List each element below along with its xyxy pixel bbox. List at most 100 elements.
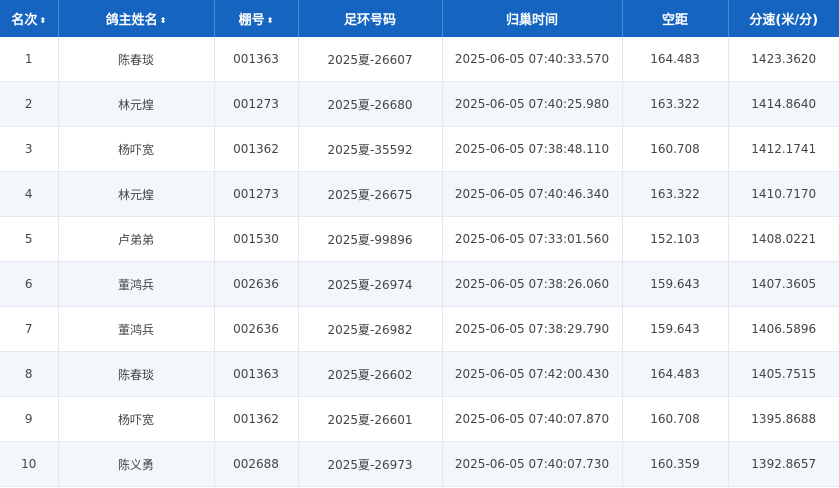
table-row: 9 杨吓宽 001362 2025夏-26601 2025-06-05 07:40:07… <box>0 396 839 442</box>
owner-name-cell: 林元煌 <box>58 81 215 127</box>
loft-number-cell: 001362 <box>214 396 299 442</box>
speed-cell: 1412.1741 <box>728 126 839 172</box>
rank-cell: 3 <box>0 126 59 172</box>
owner-name-cell: 杨吓宽 <box>58 396 215 442</box>
arrival-time-cell: 2025-06-05 07:40:07.730 <box>442 441 623 487</box>
table-header: 名次 ⬍ 鸽主姓名 ⬍ 棚号 ⬍ 足环号码 归巢时间 空距 分速(米/分) <box>0 0 839 37</box>
rank-cell: 7 <box>0 306 59 352</box>
table-row: 6 董鸿兵 002636 2025夏-26974 2025-06-05 07:38:26… <box>0 261 839 307</box>
owner-name-cell: 董鸿兵 <box>58 261 215 307</box>
distance-cell: 163.322 <box>622 81 729 127</box>
arrival-time-cell: 2025-06-05 07:40:33.570 <box>442 37 623 82</box>
distance-cell: 159.643 <box>622 306 729 352</box>
header-label: 鸽主姓名 <box>105 13 158 28</box>
speed-cell: 1410.7170 <box>728 171 839 217</box>
header-label: 足环号码 <box>343 13 396 28</box>
header-label: 棚号 <box>238 13 265 28</box>
sort-icon: ⬍ <box>266 16 274 25</box>
loft-number-cell: 001363 <box>214 351 299 397</box>
table-row: 1 陈春琰 001363 2025夏-26607 2025-06-05 07:40:33… <box>0 37 839 82</box>
speed-cell: 1408.0221 <box>728 216 839 262</box>
header-distance: 空距 <box>622 0 729 37</box>
header-label: 空距 <box>661 13 688 28</box>
header-label: 归巢时间 <box>505 13 558 28</box>
table-row: 10 陈义勇 002688 2025夏-26973 2025-06-05 07:40:0… <box>0 441 839 487</box>
rank-cell: 5 <box>0 216 59 262</box>
loft-number-cell: 001362 <box>214 126 299 172</box>
ring-number-cell: 2025夏-26675 <box>298 171 443 217</box>
arrival-time-cell: 2025-06-05 07:38:48.110 <box>442 126 623 172</box>
distance-cell: 160.708 <box>622 126 729 172</box>
rank-cell: 2 <box>0 81 59 127</box>
arrival-time-cell: 2025-06-05 07:38:29.790 <box>442 306 623 352</box>
ring-number-cell: 2025夏-26602 <box>298 351 443 397</box>
owner-name-cell: 杨吓宽 <box>58 126 215 172</box>
ring-number-cell: 2025夏-26974 <box>298 261 443 307</box>
distance-cell: 160.359 <box>622 441 729 487</box>
ring-number-cell: 2025夏-26607 <box>298 37 443 82</box>
header-arrival-time: 归巢时间 <box>442 0 623 37</box>
owner-name-cell: 陈义勇 <box>58 441 215 487</box>
arrival-time-cell: 2025-06-05 07:33:01.560 <box>442 216 623 262</box>
header-rank[interactable]: 名次 ⬍ <box>0 0 59 37</box>
speed-cell: 1405.7515 <box>728 351 839 397</box>
owner-name-cell: 林元煌 <box>58 171 215 217</box>
results-table: 名次 ⬍ 鸽主姓名 ⬍ 棚号 ⬍ 足环号码 归巢时间 空距 分速(米/分) 1 陈春琰 0… <box>0 0 839 487</box>
loft-number-cell: 001273 <box>214 81 299 127</box>
rank-cell: 1 <box>0 37 59 82</box>
owner-name-cell: 卢弟弟 <box>58 216 215 262</box>
speed-cell: 1414.8640 <box>728 81 839 127</box>
sort-icon: ⬍ <box>39 16 47 25</box>
distance-cell: 164.483 <box>622 351 729 397</box>
speed-cell: 1406.5896 <box>728 306 839 352</box>
rank-cell: 4 <box>0 171 59 217</box>
header-owner-name[interactable]: 鸽主姓名 ⬍ <box>58 0 215 37</box>
arrival-time-cell: 2025-06-05 07:40:07.870 <box>442 396 623 442</box>
table-row: 2 林元煌 001273 2025夏-26680 2025-06-05 07:40:25… <box>0 81 839 127</box>
owner-name-cell: 陈春琰 <box>58 351 215 397</box>
ring-number-cell: 2025夏-26601 <box>298 396 443 442</box>
speed-cell: 1423.3620 <box>728 37 839 82</box>
distance-cell: 163.322 <box>622 171 729 217</box>
loft-number-cell: 001363 <box>214 37 299 82</box>
loft-number-cell: 001530 <box>214 216 299 262</box>
header-loft-number[interactable]: 棚号 ⬍ <box>214 0 299 37</box>
table-row: 8 陈春琰 001363 2025夏-26602 2025-06-05 07:42:00… <box>0 351 839 397</box>
ring-number-cell: 2025夏-26982 <box>298 306 443 352</box>
arrival-time-cell: 2025-06-05 07:38:26.060 <box>442 261 623 307</box>
header-row: 名次 ⬍ 鸽主姓名 ⬍ 棚号 ⬍ 足环号码 归巢时间 空距 分速(米/分) <box>0 0 839 37</box>
table-row: 7 董鸿兵 002636 2025夏-26982 2025-06-05 07:38:29… <box>0 306 839 352</box>
speed-cell: 1407.3605 <box>728 261 839 307</box>
arrival-time-cell: 2025-06-05 07:40:25.980 <box>442 81 623 127</box>
table-row: 4 林元煌 001273 2025夏-26675 2025-06-05 07:40:46… <box>0 171 839 217</box>
header-ring-number: 足环号码 <box>298 0 443 37</box>
distance-cell: 160.708 <box>622 396 729 442</box>
header-label: 分速(米/分) <box>749 13 819 28</box>
speed-cell: 1395.8688 <box>728 396 839 442</box>
owner-name-cell: 陈春琰 <box>58 37 215 82</box>
arrival-time-cell: 2025-06-05 07:40:46.340 <box>442 171 623 217</box>
speed-cell: 1392.8657 <box>728 441 839 487</box>
distance-cell: 152.103 <box>622 216 729 262</box>
table-row: 5 卢弟弟 001530 2025夏-99896 2025-06-05 07:33:01… <box>0 216 839 262</box>
header-speed: 分速(米/分) <box>728 0 839 37</box>
owner-name-cell: 董鸿兵 <box>58 306 215 352</box>
loft-number-cell: 002636 <box>214 306 299 352</box>
rank-cell: 8 <box>0 351 59 397</box>
header-label: 名次 <box>11 13 38 28</box>
sort-icon: ⬍ <box>159 16 167 25</box>
rank-cell: 6 <box>0 261 59 307</box>
rank-cell: 10 <box>0 441 59 487</box>
table-row: 3 杨吓宽 001362 2025夏-35592 2025-06-05 07:38:48… <box>0 126 839 172</box>
ring-number-cell: 2025夏-35592 <box>298 126 443 172</box>
ring-number-cell: 2025夏-26973 <box>298 441 443 487</box>
loft-number-cell: 002636 <box>214 261 299 307</box>
table-body: 1 陈春琰 001363 2025夏-26607 2025-06-05 07:40:33… <box>0 37 839 487</box>
ring-number-cell: 2025夏-99896 <box>298 216 443 262</box>
distance-cell: 164.483 <box>622 37 729 82</box>
loft-number-cell: 001273 <box>214 171 299 217</box>
arrival-time-cell: 2025-06-05 07:42:00.430 <box>442 351 623 397</box>
rank-cell: 9 <box>0 396 59 442</box>
distance-cell: 159.643 <box>622 261 729 307</box>
ring-number-cell: 2025夏-26680 <box>298 81 443 127</box>
